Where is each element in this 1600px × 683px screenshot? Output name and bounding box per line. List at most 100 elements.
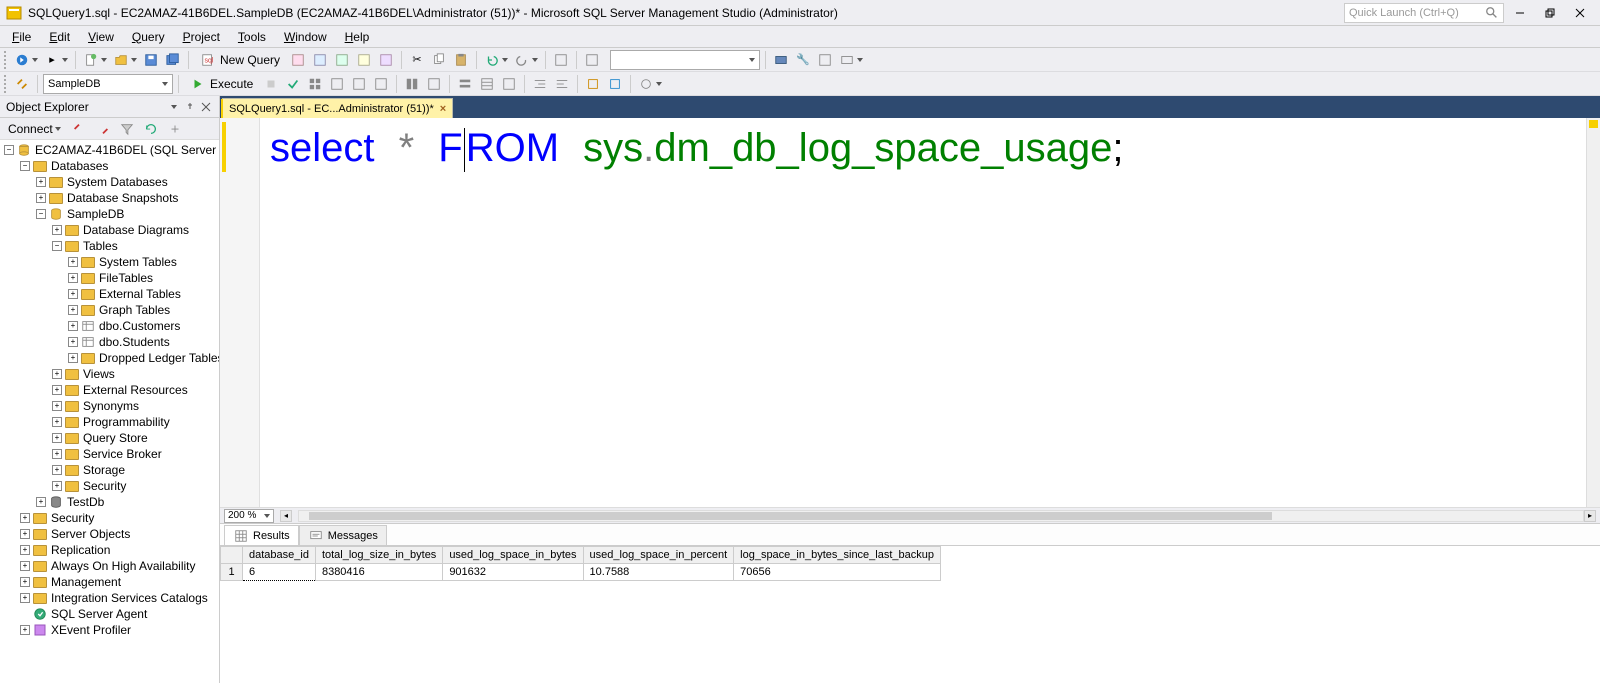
panel-dropdown-button[interactable] [167, 100, 181, 114]
tb2-a[interactable] [305, 74, 325, 94]
vertical-scrollbar[interactable] [1586, 118, 1600, 507]
expander-icon[interactable]: + [52, 225, 62, 235]
tb-btn-b[interactable] [310, 50, 330, 70]
horizontal-scrollbar[interactable] [298, 510, 1584, 522]
parse-button[interactable] [283, 74, 303, 94]
results-cell[interactable]: 6 [243, 564, 316, 581]
results-cell[interactable]: 901632 [443, 564, 583, 581]
menu-query[interactable]: Query [124, 28, 173, 46]
expander-icon[interactable]: + [52, 481, 62, 491]
expander-icon[interactable]: + [20, 545, 30, 555]
expander-icon[interactable]: + [20, 577, 30, 587]
tree-node[interactable]: +Replication [0, 542, 219, 558]
tree-node[interactable]: +Graph Tables [0, 302, 219, 318]
expander-icon[interactable]: + [68, 321, 78, 331]
expander-icon[interactable]: − [36, 209, 46, 219]
oe-filter[interactable] [117, 119, 137, 139]
execute-button[interactable]: Execute [184, 74, 259, 94]
stop-button[interactable] [261, 74, 281, 94]
tree-node[interactable]: +Management [0, 574, 219, 590]
tb-btn-c[interactable] [332, 50, 352, 70]
tree-node[interactable]: +External Resources [0, 382, 219, 398]
tb2-e[interactable] [402, 74, 422, 94]
tree-table-node[interactable]: +dbo.Students [0, 334, 219, 350]
oe-tb-c[interactable] [165, 119, 185, 139]
tree-node[interactable]: +Server Objects [0, 526, 219, 542]
tree-table-node[interactable]: +dbo.Customers [0, 318, 219, 334]
quick-launch-input[interactable]: Quick Launch (Ctrl+Q) [1344, 3, 1504, 23]
expander-icon[interactable]: + [52, 401, 62, 411]
expander-icon[interactable]: + [68, 305, 78, 315]
tree-node[interactable]: +Security [0, 478, 219, 494]
undo-button[interactable] [482, 50, 502, 70]
expander-icon[interactable]: + [36, 193, 46, 203]
tb2-l[interactable] [583, 74, 603, 94]
expander-icon[interactable]: + [36, 177, 46, 187]
messages-tab[interactable]: Messages [299, 525, 387, 545]
expander-icon[interactable]: + [36, 497, 46, 507]
results-cell[interactable]: 10.7588 [583, 564, 734, 581]
expander-icon[interactable]: + [52, 433, 62, 443]
expander-icon[interactable]: + [20, 513, 30, 523]
results-grid[interactable]: database_id total_log_size_in_bytes used… [220, 546, 941, 581]
expander-icon[interactable]: − [20, 161, 30, 171]
nav-forward-button[interactable]: ▸ [42, 50, 62, 70]
tree-tables-node[interactable]: −Tables [0, 238, 219, 254]
panel-close-button[interactable] [199, 100, 213, 114]
expander-icon[interactable]: + [20, 593, 30, 603]
tb-btn-a[interactable] [288, 50, 308, 70]
find-combo[interactable] [610, 50, 760, 70]
menu-edit[interactable]: Edit [41, 28, 78, 46]
expander-icon[interactable]: − [52, 241, 62, 251]
results-tab[interactable]: Results [224, 525, 299, 545]
redo-button[interactable] [512, 50, 532, 70]
tb-btn-g[interactable] [582, 50, 602, 70]
database-combo[interactable]: SampleDB [43, 74, 173, 94]
new-query-button[interactable]: sql New Query [194, 50, 286, 70]
expander-icon[interactable]: + [68, 289, 78, 299]
tb-btn-d[interactable] [354, 50, 374, 70]
tb2-i[interactable] [499, 74, 519, 94]
tree-node[interactable]: +System Databases [0, 174, 219, 190]
sql-editor[interactable]: select * FROM sys.dm_db_log_space_usage; [220, 118, 1600, 507]
tree-databases-node[interactable]: −Databases [0, 158, 219, 174]
row-index[interactable]: 1 [221, 564, 243, 581]
tree-node[interactable]: +Service Broker [0, 446, 219, 462]
tree-node[interactable]: +Integration Services Catalogs [0, 590, 219, 606]
tree-node[interactable]: +Always On High Availability [0, 558, 219, 574]
tb2-m[interactable] [605, 74, 625, 94]
results-grid-wrap[interactable]: database_id total_log_size_in_bytes used… [220, 546, 1600, 683]
zoom-combo[interactable]: 200 % [224, 509, 274, 523]
scroll-left-button[interactable]: ◂ [280, 510, 292, 522]
tb-btn-i[interactable]: 🔧 [793, 50, 813, 70]
nav-back-button[interactable] [12, 50, 32, 70]
tb2-k[interactable] [552, 74, 572, 94]
column-header[interactable]: used_log_space_in_bytes [443, 547, 583, 564]
menu-tools[interactable]: Tools [230, 28, 274, 46]
expander-icon[interactable]: + [52, 465, 62, 475]
tb2-h[interactable] [477, 74, 497, 94]
column-header[interactable]: log_space_in_bytes_since_last_backup [734, 547, 941, 564]
expander-icon[interactable]: + [68, 337, 78, 347]
expander-icon[interactable]: + [52, 417, 62, 427]
tb2-f[interactable] [424, 74, 444, 94]
tb2-b[interactable] [327, 74, 347, 94]
tb-btn-k[interactable] [837, 50, 857, 70]
close-button[interactable] [1566, 3, 1594, 23]
tb2-c[interactable] [349, 74, 369, 94]
tree-testdb-node[interactable]: +TestDb [0, 494, 219, 510]
open-button[interactable] [111, 50, 131, 70]
tree-node[interactable]: +Dropped Ledger Tables [0, 350, 219, 366]
tree-node[interactable]: +Storage [0, 462, 219, 478]
tree-node[interactable]: +Query Store [0, 430, 219, 446]
tb-btn-h[interactable] [771, 50, 791, 70]
results-cell[interactable]: 70656 [734, 564, 941, 581]
connect-button[interactable]: Connect [4, 121, 65, 137]
editor-body[interactable]: select * FROM sys.dm_db_log_space_usage; [260, 118, 1586, 507]
panel-pin-button[interactable] [183, 100, 197, 114]
tree-node[interactable]: +FileTables [0, 270, 219, 286]
document-tab[interactable]: SQLQuery1.sql - EC...Administrator (51))… [222, 98, 453, 118]
results-row[interactable]: 1 6 8380416 901632 10.7588 70656 [221, 564, 941, 581]
copy-button[interactable] [429, 50, 449, 70]
oe-tb-a[interactable] [69, 119, 89, 139]
